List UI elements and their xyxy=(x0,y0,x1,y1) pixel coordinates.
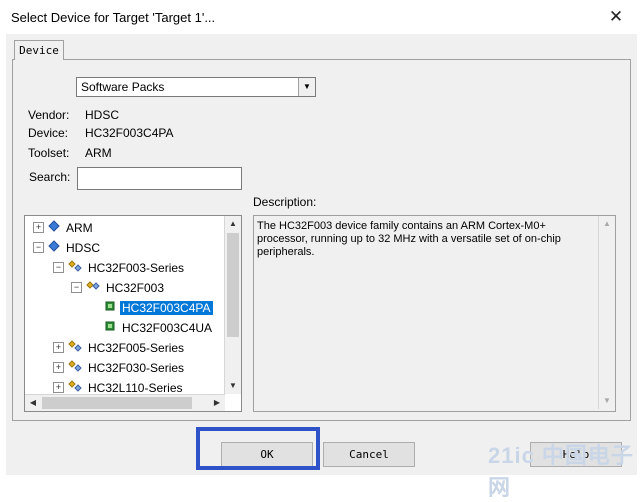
tree-item[interactable]: − HC32F003-Series xyxy=(53,258,186,276)
tree-horizontal-scrollbar[interactable]: ◀ ▶ xyxy=(25,394,225,411)
source-select-value: Software Packs xyxy=(81,80,165,94)
window-title: Select Device for Target 'Target 1'... xyxy=(11,10,216,25)
family-icon xyxy=(68,359,82,377)
tab-device[interactable]: Device xyxy=(14,40,64,60)
vendor-diamond-icon xyxy=(48,219,60,237)
collapse-icon[interactable]: − xyxy=(71,282,82,294)
chip-icon xyxy=(104,319,116,337)
collapse-icon[interactable]: − xyxy=(53,262,64,274)
vendor-value: HDSC xyxy=(85,108,120,122)
subfamily-icon xyxy=(86,279,100,297)
family-icon xyxy=(68,259,82,277)
tree-item-label: ARM xyxy=(66,220,93,235)
toolset-value: ARM xyxy=(85,146,112,160)
collapse-icon[interactable]: − xyxy=(33,242,44,254)
scroll-left-icon[interactable]: ◀ xyxy=(25,395,41,411)
tree-vertical-scrollbar[interactable]: ▲ ▼ xyxy=(224,216,241,394)
tree-item[interactable]: HC32F003C4PA xyxy=(89,298,213,316)
toolset-label: Toolset: xyxy=(28,146,70,160)
tree-item-label: HC32F003 xyxy=(106,280,165,295)
tree-item-label: HC32L110-Series xyxy=(88,380,183,395)
description-text: The HC32F003 device family contains an A… xyxy=(257,220,561,258)
select-device-dialog: Select Device for Target 'Target 1'... ✕… xyxy=(0,0,641,500)
tree-item[interactable]: − HDSC xyxy=(33,238,102,256)
search-input[interactable] xyxy=(77,167,242,190)
tree-item[interactable]: + ARM xyxy=(33,218,95,236)
cancel-button[interactable]: Cancel xyxy=(323,442,415,467)
tree-vscroll-thumb[interactable] xyxy=(227,233,239,337)
tree-item-label: HC32F003C4UA xyxy=(122,320,213,335)
description-scrollbar[interactable]: ▲ ▼ xyxy=(598,216,615,409)
tree-item[interactable]: + HC32F030-Series xyxy=(53,358,186,376)
family-icon xyxy=(68,339,82,357)
tree-item[interactable]: HC32F003C4UA xyxy=(89,318,214,336)
tree-item-label: HC32F030-Series xyxy=(88,360,185,375)
description-box: The HC32F003 device family contains an A… xyxy=(253,215,616,412)
tree-hscroll-thumb[interactable] xyxy=(42,397,192,409)
tree-item-label: HDSC xyxy=(66,240,101,255)
tree-item-label: HC32F003C4PA xyxy=(120,300,213,315)
close-icon[interactable]: ✕ xyxy=(606,7,626,27)
scroll-down-icon[interactable]: ▼ xyxy=(225,378,241,394)
source-select[interactable]: Software Packs ▼ xyxy=(76,77,316,97)
expand-icon[interactable]: + xyxy=(53,382,64,394)
search-label: Search: xyxy=(29,170,71,184)
expand-icon[interactable]: + xyxy=(53,362,64,374)
tree-item[interactable]: − HC32F003 xyxy=(71,278,166,296)
ok-highlight-box xyxy=(196,427,320,470)
device-tree[interactable]: + ARM − HDSC − HC32F003-Series − HC32F003 HC32F0… xyxy=(24,215,242,412)
watermark-text: 21ic 中国电子网 xyxy=(488,443,634,500)
vendor-diamond-icon xyxy=(48,239,60,257)
scroll-down-icon[interactable]: ▼ xyxy=(599,393,615,409)
expand-icon[interactable]: + xyxy=(53,342,64,354)
expand-icon[interactable]: + xyxy=(33,222,44,234)
device-value: HC32F003C4PA xyxy=(85,126,174,140)
scroll-up-icon[interactable]: ▲ xyxy=(225,216,241,232)
chevron-down-icon[interactable]: ▼ xyxy=(298,78,315,96)
tree-item[interactable]: + HC32F005-Series xyxy=(53,338,186,356)
scroll-up-icon[interactable]: ▲ xyxy=(599,216,615,232)
scroll-right-icon[interactable]: ▶ xyxy=(209,395,225,411)
tree-item-label: HC32F003-Series xyxy=(88,260,185,275)
title-bar: Select Device for Target 'Target 1'... ✕ xyxy=(0,0,641,34)
vendor-label: Vendor: xyxy=(28,108,70,122)
description-label: Description: xyxy=(253,195,317,209)
tree-item-label: HC32F005-Series xyxy=(88,340,185,355)
device-label: Device: xyxy=(28,126,69,140)
chip-icon xyxy=(104,299,116,317)
